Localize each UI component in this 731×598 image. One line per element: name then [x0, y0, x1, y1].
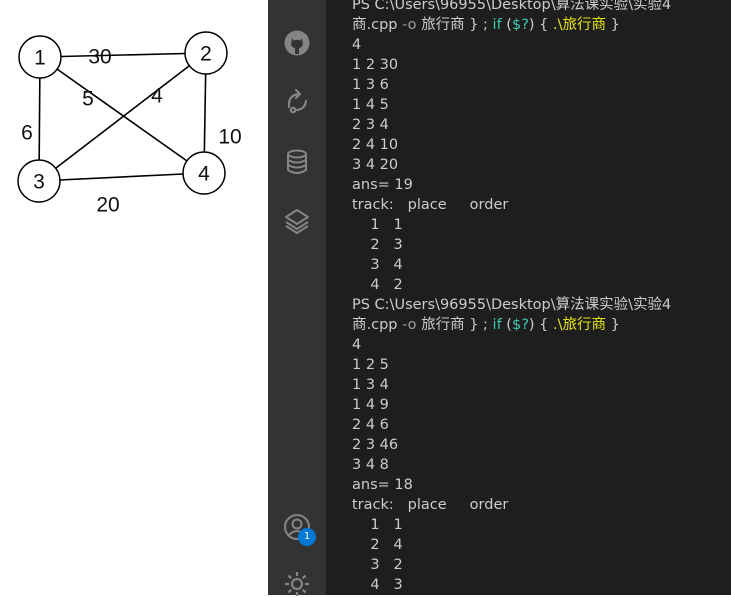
edge-2-3 [38, 52, 207, 182]
terminal-line: ans= 18 [352, 477, 413, 493]
remote-icon[interactable] [283, 87, 311, 115]
github-icon[interactable] [283, 29, 311, 57]
terminal-line: track: place order [352, 497, 509, 513]
terminal-line: ans= 19 [352, 177, 413, 193]
edge-weight-label: 5 [82, 88, 94, 111]
terminal-line: 4 [352, 337, 362, 353]
edge-3-4 [38, 172, 205, 182]
terminal-panel[interactable]: PS C:\Users\96955\Desktop\算法课实验\实验4 商.cpp… [326, 0, 731, 595]
terminal-line: 1 1 [352, 517, 403, 533]
terminal-line: 2 4 6 [352, 417, 389, 433]
edge-weight-label: 30 [88, 46, 111, 69]
terminal-line: 1 4 5 [352, 97, 389, 113]
terminal-line: 1 2 30 [352, 57, 399, 73]
edge-1-2 [39, 52, 207, 58]
terminal-line: PS C:\Users\96955\Desktop\算法课实验\实验4 [352, 0, 672, 13]
graph-diagram: 30 6 5 4 10 20 1 2 3 4 [0, 0, 268, 595]
terminal-line: 3 4 20 [352, 157, 399, 173]
terminal-line: track: place order [352, 197, 509, 213]
node-label: 4 [198, 163, 210, 186]
terminal-line: 3 2 [352, 557, 403, 573]
terminal-line: 商.cpp -o 旅行商 } ; if ($?) { .\旅行商 } [352, 317, 620, 333]
graph-svg: 30 6 5 4 10 20 1 2 3 4 [17, 31, 242, 217]
terminal-line: 2 4 [352, 537, 403, 553]
account-notification-badge: 1 [298, 528, 316, 546]
terminal-output: PS C:\Users\96955\Desktop\算法课实验\实验4 商.cpp… [352, 0, 731, 595]
edge-weight-label: 4 [151, 85, 163, 108]
node-label: 1 [34, 47, 46, 70]
edge-1-4 [39, 56, 205, 174]
edge-weight-label: 20 [96, 194, 119, 217]
terminal-line: 4 2 [352, 277, 403, 293]
terminal-line: 1 2 5 [352, 357, 389, 373]
node-label: 3 [33, 171, 45, 194]
terminal-line: 1 1 [352, 217, 403, 233]
terminal-line: 2 3 4 [352, 117, 389, 133]
activity-bar: 1 [268, 0, 326, 598]
terminal-line: 1 3 6 [352, 77, 389, 93]
layers-icon[interactable] [283, 207, 311, 235]
settings-gear-icon[interactable] [283, 570, 311, 598]
terminal-line: 4 3 [352, 577, 403, 593]
database-icon[interactable] [283, 148, 311, 176]
node-label: 2 [200, 43, 212, 66]
terminal-line: 1 3 4 [352, 377, 389, 393]
terminal-line: 3 4 [352, 257, 403, 273]
terminal-line: 2 3 46 [352, 437, 399, 453]
terminal-line: 商.cpp -o 旅行商 } ; if ($?) { .\旅行商 } [352, 17, 620, 33]
edge-weight-label: 10 [218, 126, 241, 149]
terminal-line: 2 4 10 [352, 137, 399, 153]
terminal-line: 2 3 [352, 237, 403, 253]
edge-weight-label: 6 [21, 122, 33, 145]
terminal-line: 3 4 8 [352, 457, 389, 473]
terminal-line: 4 [352, 37, 362, 53]
terminal-line: PS C:\Users\96955\Desktop\算法课实验\实验4 [352, 297, 672, 313]
terminal-line: 1 4 9 [352, 397, 389, 413]
